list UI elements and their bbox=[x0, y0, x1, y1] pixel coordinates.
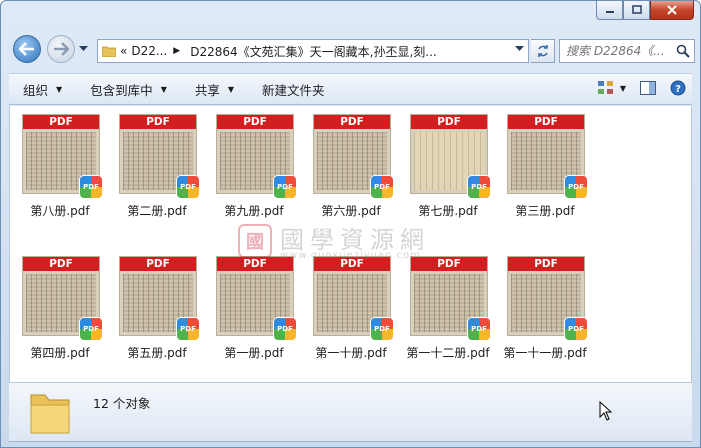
pdf-banner: PDF bbox=[23, 257, 99, 271]
file-name: 第一册.pdf bbox=[224, 346, 284, 360]
file-item[interactable]: PDF PDF 第一十一册.pdf bbox=[495, 248, 587, 368]
pdf-app-icon: PDF bbox=[274, 176, 296, 198]
pdf-banner: PDF bbox=[23, 115, 99, 129]
address-bar[interactable]: « D22... ▶ D22864《文苑汇集》天一阁藏本,孙丕显,刻... bbox=[97, 39, 529, 63]
pdf-banner: PDF bbox=[120, 257, 196, 271]
file-item[interactable]: PDF PDF 第二册.pdf bbox=[107, 106, 199, 226]
breadcrumb-separator-icon[interactable]: ▶ bbox=[173, 46, 180, 56]
pdf-banner: PDF bbox=[508, 115, 584, 129]
file-name: 第八册.pdf bbox=[30, 204, 90, 218]
file-list-area[interactable]: PDF PDF 第八册.pdf PDF PDF 第二册.pdf PDF PDF 第九册.pdf P… bbox=[9, 106, 692, 382]
pdf-app-icon: PDF bbox=[371, 318, 393, 340]
file-item[interactable]: PDF PDF 第九册.pdf bbox=[204, 106, 296, 226]
refresh-button[interactable] bbox=[531, 39, 555, 63]
recent-pages-dropdown-icon[interactable] bbox=[79, 46, 88, 52]
pdf-app-icon: PDF bbox=[177, 318, 199, 340]
mouse-cursor-icon bbox=[599, 401, 613, 421]
pdf-app-icon: PDF bbox=[177, 176, 199, 198]
forward-arrow-icon bbox=[54, 42, 69, 56]
pdf-app-icon: PDF bbox=[371, 176, 393, 198]
file-name: 第一十册.pdf bbox=[315, 346, 387, 360]
item-count: 12 个对象 bbox=[93, 396, 151, 411]
organize-label: 组织 bbox=[23, 82, 49, 98]
file-name: 第七册.pdf bbox=[418, 204, 478, 218]
caption-buttons bbox=[596, 1, 694, 21]
help-icon[interactable]: ? bbox=[670, 80, 686, 96]
search-icon bbox=[676, 44, 690, 58]
file-item[interactable]: PDF PDF 第三册.pdf bbox=[495, 106, 587, 226]
pdf-banner: PDF bbox=[411, 257, 487, 271]
file-item[interactable]: PDF PDF 第一册.pdf bbox=[204, 248, 296, 368]
pdf-banner: PDF bbox=[217, 115, 293, 129]
pdf-app-icon: PDF bbox=[565, 318, 587, 340]
search-box[interactable] bbox=[559, 39, 695, 63]
file-item[interactable]: PDF PDF 第四册.pdf bbox=[10, 248, 102, 368]
file-item[interactable]: PDF PDF 第一十册.pdf bbox=[301, 248, 393, 368]
close-button[interactable] bbox=[650, 1, 694, 20]
file-name: 第二册.pdf bbox=[127, 204, 187, 218]
large-folder-icon bbox=[30, 394, 70, 434]
status-bar: 12 个对象 bbox=[9, 382, 692, 442]
file-name: 第四册.pdf bbox=[30, 346, 90, 360]
pdf-banner: PDF bbox=[508, 257, 584, 271]
pdf-app-icon: PDF bbox=[274, 318, 296, 340]
file-name: 第五册.pdf bbox=[127, 346, 187, 360]
file-name: 第九册.pdf bbox=[224, 204, 284, 218]
pdf-app-icon: PDF bbox=[80, 318, 102, 340]
pdf-app-icon: PDF bbox=[565, 176, 587, 198]
file-item[interactable]: PDF PDF 第一十二册.pdf bbox=[398, 248, 490, 368]
file-item[interactable]: PDF PDF 第五册.pdf bbox=[107, 248, 199, 368]
pdf-app-icon: PDF bbox=[468, 318, 490, 340]
file-item[interactable]: PDF PDF 第六册.pdf bbox=[301, 106, 393, 226]
breadcrumb-overflow[interactable]: « bbox=[120, 44, 127, 58]
share-label: 共享 bbox=[194, 82, 220, 98]
minimize-icon bbox=[605, 11, 614, 13]
view-options-button[interactable]: ▼ bbox=[597, 81, 626, 95]
search-input[interactable] bbox=[566, 44, 676, 58]
include-in-library-label: 包含到库中 bbox=[90, 82, 153, 98]
folder-icon bbox=[102, 46, 116, 57]
pdf-banner: PDF bbox=[120, 115, 196, 129]
chevron-down-icon: ▼ bbox=[227, 84, 235, 94]
file-name: 第一十一册.pdf bbox=[503, 346, 587, 360]
minimize-button[interactable] bbox=[596, 1, 623, 20]
file-item[interactable]: PDF PDF 第七册.pdf bbox=[398, 106, 490, 226]
pdf-banner: PDF bbox=[217, 257, 293, 271]
maximize-icon bbox=[631, 5, 642, 14]
svg-text:?: ? bbox=[675, 84, 681, 95]
pdf-app-icon: PDF bbox=[468, 176, 490, 198]
navigation-row: « D22... ▶ D22864《文苑汇集》天一阁藏本,孙丕显,刻... bbox=[9, 31, 695, 67]
include-in-library-menu[interactable]: 包含到库中 ▼ bbox=[76, 80, 181, 99]
close-icon bbox=[667, 5, 677, 15]
preview-pane-icon[interactable] bbox=[640, 81, 656, 95]
organize-menu[interactable]: 组织 ▼ bbox=[9, 80, 76, 99]
new-folder-label: 新建文件夹 bbox=[262, 82, 325, 98]
pdf-app-icon: PDF bbox=[80, 176, 102, 198]
file-name: 第六册.pdf bbox=[321, 204, 381, 218]
back-button[interactable] bbox=[13, 35, 41, 63]
chevron-down-icon: ▼ bbox=[56, 84, 63, 94]
toolbar-right-group: ▼ ? bbox=[597, 80, 686, 96]
forward-button[interactable] bbox=[47, 35, 75, 63]
new-folder-button[interactable]: 新建文件夹 bbox=[248, 80, 339, 99]
file-name: 第三册.pdf bbox=[515, 204, 575, 218]
refresh-icon bbox=[537, 45, 548, 57]
explorer-window: « D22... ▶ D22864《文苑汇集》天一阁藏本,孙丕显,刻... 组织… bbox=[0, 0, 701, 448]
chevron-down-icon: ▼ bbox=[160, 84, 167, 94]
breadcrumb-current[interactable]: D22864《文苑汇集》天一阁藏本,孙丕显,刻... bbox=[190, 43, 437, 60]
file-item[interactable]: PDF PDF 第八册.pdf bbox=[10, 106, 102, 226]
back-arrow-icon bbox=[19, 42, 34, 56]
breadcrumb-item[interactable]: D22... bbox=[131, 44, 167, 58]
address-dropdown-icon[interactable] bbox=[515, 46, 524, 52]
file-name: 第一十二册.pdf bbox=[406, 346, 490, 360]
share-menu[interactable]: 共享 ▼ bbox=[181, 80, 248, 99]
pdf-banner: PDF bbox=[314, 257, 390, 271]
chevron-down-icon: ▼ bbox=[619, 83, 626, 93]
command-toolbar: 组织 ▼ 包含到库中 ▼ 共享 ▼ 新建文件夹 ▼ ? bbox=[9, 73, 692, 105]
pdf-banner: PDF bbox=[411, 115, 487, 129]
pdf-banner: PDF bbox=[314, 115, 390, 129]
maximize-button[interactable] bbox=[623, 1, 650, 20]
view-grid-icon bbox=[597, 81, 613, 94]
